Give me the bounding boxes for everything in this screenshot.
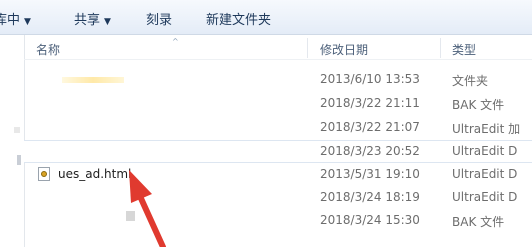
arrow-shaft	[136, 191, 166, 247]
arrow-head	[129, 170, 152, 203]
red-pointer-arrow-icon	[129, 170, 166, 247]
